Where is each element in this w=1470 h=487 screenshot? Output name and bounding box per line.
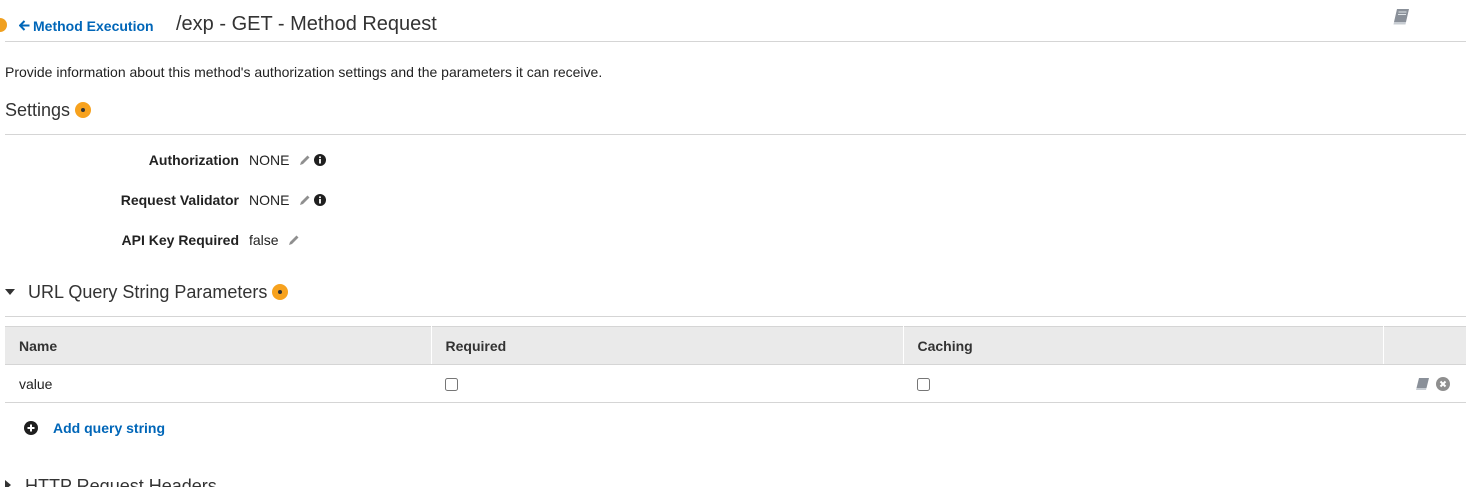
query-strings-heading-label: URL Query String Parameters: [28, 282, 268, 302]
required-checkbox[interactable]: [445, 378, 458, 392]
plus-circle-icon: [24, 421, 38, 435]
pencil-icon[interactable]: [299, 193, 311, 205]
settings-heading: Settings: [5, 100, 92, 121]
table-header-row: Name Required Caching: [5, 326, 1466, 365]
remove-icon[interactable]: [1436, 376, 1450, 391]
column-header-caching: Caching: [903, 326, 1384, 365]
column-header-name: Name: [5, 326, 432, 365]
caching-cell: [903, 364, 1383, 403]
setting-value-wrap: NONE: [249, 192, 327, 208]
query-strings-info-icon[interactable]: [272, 284, 289, 300]
setting-label: API Key Required: [121, 232, 239, 248]
setting-row-api-key-required: API Key Required false: [0, 232, 700, 252]
request-headers-heading-label: HTTP Request Headers: [25, 476, 217, 487]
caching-checkbox[interactable]: [917, 378, 930, 392]
request-headers-heading[interactable]: HTTP Request Headers: [5, 476, 217, 487]
pencil-icon[interactable]: [288, 233, 300, 245]
add-query-string-label: Add query string: [53, 420, 166, 436]
setting-label: Request Validator: [120, 192, 239, 208]
setting-row-request-validator: Request Validator NONE: [0, 192, 700, 212]
status-dot: [0, 18, 7, 32]
setting-row-authorization: Authorization NONE: [0, 152, 700, 172]
caret-right-icon: [5, 480, 11, 487]
setting-value-wrap: NONE: [249, 152, 327, 168]
setting-value: false: [249, 232, 279, 248]
query-strings-heading[interactable]: URL Query String Parameters: [5, 282, 289, 303]
setting-value-wrap: false: [249, 232, 300, 248]
info-icon[interactable]: [314, 153, 327, 166]
settings-heading-label: Settings: [5, 100, 71, 120]
page-description: Provide information about this method's …: [5, 64, 603, 80]
divider: [5, 316, 1466, 317]
add-query-string-button[interactable]: Add query string: [24, 420, 165, 436]
book-icon[interactable]: [1414, 377, 1430, 391]
back-link-label: Method Execution: [33, 18, 154, 34]
setting-label: Authorization: [148, 152, 239, 168]
pencil-icon[interactable]: [299, 153, 311, 165]
info-icon[interactable]: [314, 193, 327, 206]
column-header-required: Required: [431, 326, 904, 365]
row-actions: [1383, 364, 1466, 403]
page-header: Method Execution /exp - GET - Method Req…: [0, 0, 1466, 42]
back-to-method-execution-link[interactable]: Method Execution: [18, 18, 154, 34]
required-cell: [431, 364, 903, 403]
setting-value: NONE: [249, 192, 290, 208]
divider: [5, 134, 1466, 135]
setting-value: NONE: [249, 152, 290, 168]
column-header-actions: [1383, 326, 1466, 365]
page-title: /exp - GET - Method Request: [176, 13, 437, 35]
table-row: value: [5, 364, 1466, 403]
settings-info-icon[interactable]: [75, 102, 92, 118]
book-icon[interactable]: [1391, 8, 1409, 26]
arrow-left-icon: [18, 18, 30, 34]
param-name: value: [5, 364, 431, 403]
caret-down-icon: [5, 289, 15, 295]
method-request-page: Method Execution /exp - GET - Method Req…: [0, 0, 1470, 487]
query-strings-table: Name Required Caching value: [5, 326, 1466, 403]
